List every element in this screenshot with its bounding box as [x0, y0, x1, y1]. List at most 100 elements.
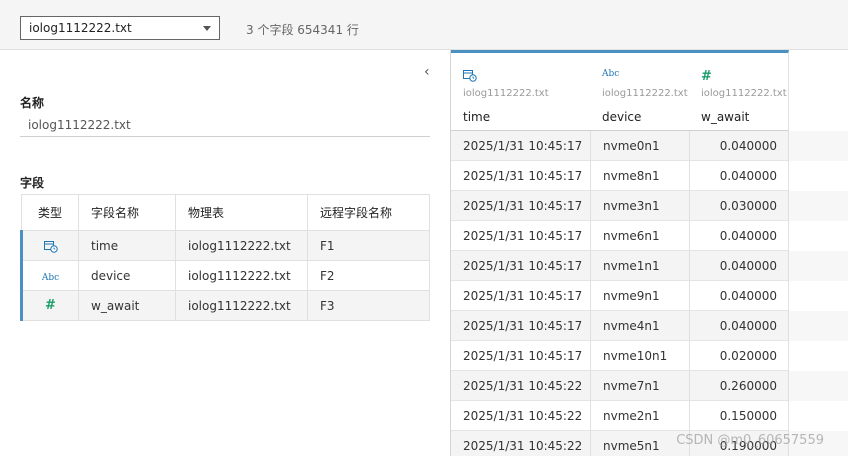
table-row[interactable]: 2025/1/31 10:45:17 nvme9n1 0.040000 — [451, 281, 789, 311]
string-icon: Abc — [41, 272, 60, 283]
fields-table: 类型 字段名称 物理表 远程字段名称 time iolog1112222.txt… — [20, 194, 430, 321]
row-filler — [789, 131, 848, 161]
cell-w-await[interactable]: 0.150000 — [720, 409, 777, 423]
column-divider — [590, 191, 591, 221]
file-select-dropdown[interactable]: iolog1112222.txt — [20, 16, 220, 40]
number-icon[interactable]: # — [701, 69, 712, 84]
cell-w-await[interactable]: 0.040000 — [720, 319, 777, 333]
cell-time[interactable]: 2025/1/31 10:45:17 — [463, 139, 582, 153]
row-filler — [789, 281, 848, 311]
cell-device[interactable]: nvme3n1 — [603, 199, 660, 213]
cell-device[interactable]: nvme9n1 — [603, 289, 660, 303]
cell-time[interactable]: 2025/1/31 10:45:22 — [463, 409, 582, 423]
cell-time[interactable]: 2025/1/31 10:45:17 — [463, 289, 582, 303]
column-divider — [590, 311, 591, 341]
row-filler — [789, 341, 848, 371]
cell-device[interactable]: nvme7n1 — [603, 379, 660, 393]
cell-device[interactable]: nvme8n1 — [603, 169, 660, 183]
cell-device[interactable]: nvme6n1 — [603, 229, 660, 243]
header-type[interactable]: 类型 — [21, 194, 79, 231]
table-row[interactable]: 2025/1/31 10:45:17 nvme6n1 0.040000 — [451, 221, 789, 251]
cell-w-await[interactable]: 0.040000 — [720, 259, 777, 273]
row-filler — [789, 371, 848, 401]
cell-time[interactable]: 2025/1/31 10:45:17 — [463, 319, 582, 333]
cell-device[interactable]: nvme5n1 — [603, 439, 660, 453]
field-name-cell[interactable]: time — [78, 230, 176, 261]
row-filler — [789, 161, 848, 191]
cell-time[interactable]: 2025/1/31 10:45:17 — [463, 349, 582, 363]
remote-field-cell: F2 — [307, 260, 430, 291]
table-row[interactable]: time iolog1112222.txt F1 — [20, 230, 430, 261]
field-name-cell[interactable]: device — [78, 260, 176, 291]
date-time-icon[interactable] — [463, 69, 477, 82]
table-row[interactable]: Abc device iolog1112222.txt F2 — [20, 260, 430, 291]
cell-time[interactable]: 2025/1/31 10:45:17 — [463, 229, 582, 243]
table-row[interactable]: # w_await iolog1112222.txt F3 — [20, 290, 430, 321]
table-row[interactable]: 2025/1/31 10:45:17 nvme1n1 0.040000 — [451, 251, 848, 281]
field-type-cell[interactable]: # — [20, 290, 79, 321]
column-divider — [590, 341, 591, 371]
column-divider — [689, 221, 690, 251]
metadata-panel: ‹ 名称 iolog1112222.txt 字段 类型 字段名称 物理表 远程字… — [0, 50, 450, 456]
column-header-w-await[interactable]: # iolog1112222.txt w_await — [689, 50, 789, 131]
cell-device[interactable]: nvme4n1 — [603, 319, 660, 333]
chevron-down-icon — [203, 26, 211, 31]
field-name-cell[interactable]: w_await — [78, 290, 176, 321]
cell-time[interactable]: 2025/1/31 10:45:22 — [463, 439, 582, 453]
name-field-underline — [20, 136, 430, 137]
cell-w-await[interactable]: 0.040000 — [720, 229, 777, 243]
table-row[interactable]: 2025/1/31 10:45:17 nvme8n1 0.040000 — [451, 161, 789, 191]
physical-table-cell: iolog1112222.txt — [175, 260, 308, 291]
data-grid: iolog1112222.txt time Abc iolog1112222.t… — [450, 50, 848, 456]
cell-time[interactable]: 2025/1/31 10:45:17 — [463, 259, 582, 273]
column-divider — [590, 131, 591, 161]
field-type-cell[interactable] — [20, 230, 79, 261]
cell-w-await[interactable]: 0.260000 — [720, 379, 777, 393]
string-icon[interactable]: Abc — [602, 69, 619, 79]
column-divider — [689, 311, 690, 341]
header-field-name[interactable]: 字段名称 — [78, 194, 176, 231]
field-row-summary: 3 个字段 654341 行 — [246, 23, 359, 37]
cell-w-await[interactable]: 0.040000 — [720, 139, 777, 153]
column-name: w_await — [701, 110, 750, 124]
column-divider — [590, 401, 591, 431]
header-remote-field-name[interactable]: 远程字段名称 — [307, 194, 430, 231]
column-divider — [590, 281, 591, 311]
column-divider — [689, 341, 690, 371]
column-divider — [689, 251, 690, 281]
table-row[interactable]: 2025/1/31 10:45:22 nvme7n1 0.260000 — [451, 371, 848, 401]
table-row[interactable]: 2025/1/31 10:45:17 nvme10n1 0.020000 — [451, 341, 789, 371]
header-physical-table[interactable]: 物理表 — [175, 194, 308, 231]
column-divider — [689, 281, 690, 311]
collapse-panel-icon[interactable]: ‹ — [424, 64, 430, 80]
column-header-time[interactable]: iolog1112222.txt time — [451, 50, 591, 131]
remote-field-cell: F1 — [307, 230, 430, 261]
name-field[interactable]: iolog1112222.txt — [28, 118, 131, 132]
column-header-device[interactable]: Abc iolog1112222.txt device — [590, 50, 690, 131]
cell-w-await[interactable]: 0.040000 — [720, 289, 777, 303]
cell-device[interactable]: nvme2n1 — [603, 409, 660, 423]
column-divider — [590, 221, 591, 251]
table-row[interactable]: 2025/1/31 10:45:17 nvme0n1 0.040000 — [451, 131, 848, 161]
cell-device[interactable]: nvme1n1 — [603, 259, 660, 273]
cell-time[interactable]: 2025/1/31 10:45:17 — [463, 199, 582, 213]
field-type-cell[interactable]: Abc — [20, 260, 79, 291]
table-row[interactable]: 2025/1/31 10:45:22 nvme2n1 0.150000 — [451, 401, 789, 431]
table-row[interactable]: 2025/1/31 10:45:17 nvme4n1 0.040000 — [451, 311, 848, 341]
cell-time[interactable]: 2025/1/31 10:45:17 — [463, 169, 582, 183]
column-source: iolog1112222.txt — [701, 88, 787, 99]
cell-device[interactable]: nvme0n1 — [603, 139, 660, 153]
cell-w-await[interactable]: 0.020000 — [720, 349, 777, 363]
cell-w-await[interactable]: 0.030000 — [720, 199, 777, 213]
cell-w-await[interactable]: 0.040000 — [720, 169, 777, 183]
row-filler — [789, 401, 848, 431]
column-divider — [590, 371, 591, 401]
watermark: CSDN @m0_60657559 — [676, 433, 824, 448]
cell-time[interactable]: 2025/1/31 10:45:22 — [463, 379, 582, 393]
table-row[interactable]: 2025/1/31 10:45:17 nvme3n1 0.030000 — [451, 191, 848, 221]
file-select-value: iolog1112222.txt — [29, 21, 132, 35]
cell-device[interactable]: nvme10n1 — [603, 349, 667, 363]
row-filler — [789, 191, 848, 221]
remote-field-cell: F3 — [307, 290, 430, 321]
top-toolbar: iolog1112222.txt 3 个字段 654341 行 — [0, 0, 848, 50]
